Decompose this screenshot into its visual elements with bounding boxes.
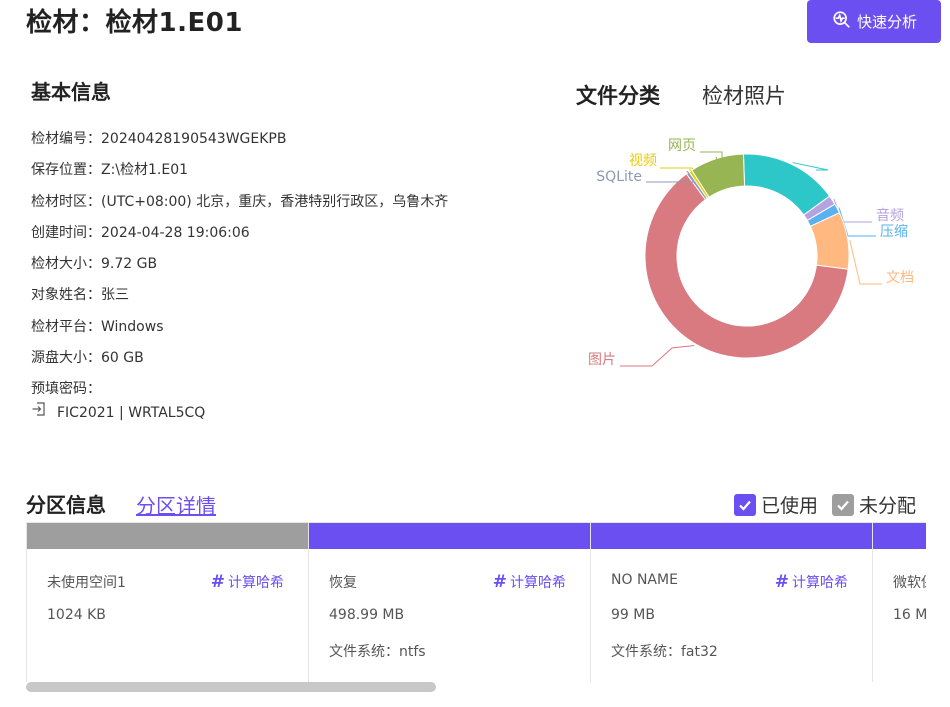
partition-filters: 已使用 未分配 [734, 491, 916, 518]
info-row: 保存位置：Z:\检材1.E01 [31, 158, 448, 189]
info-value: 60 GB [101, 350, 144, 367]
partition-detail-link[interactable]: 分区详情 [136, 490, 216, 519]
compute-hash-link[interactable]: # 计算哈希 [211, 572, 284, 592]
donut-label: 视频 [629, 153, 657, 169]
chart-tabs: 文件分类 检材照片 [576, 80, 786, 110]
filter-used-label: 已使用 [761, 495, 819, 517]
info-key: 检材编号： [31, 131, 101, 147]
info-row: 创建时间：2024-04-28 19:06:06 [31, 221, 448, 252]
hash-icon: # [774, 572, 789, 592]
partition-name: 未使用空间1 [47, 575, 126, 591]
compute-hash-label: 计算哈希 [510, 575, 566, 591]
donut-label: 压缩 [880, 224, 908, 240]
donut-label: 文档 [886, 270, 914, 286]
info-row: 检材编号：20240428190543WGEKPB [31, 127, 448, 158]
donut-label: 图片 [588, 352, 616, 368]
donut-label: 网页 [668, 138, 696, 154]
compute-hash-label: 计算哈希 [792, 575, 848, 591]
donut-label-line [849, 240, 882, 285]
donut-label: 音频 [876, 207, 904, 224]
partition-size: 16 MB [893, 607, 926, 623]
partition-cards[interactable]: 未使用空间1 # 计算哈希 1024 KB 恢复 # 计算哈希 498.99 MB … [26, 522, 926, 682]
info-row: 检材平台：Windows [31, 315, 448, 346]
info-value: (UTC+08:00) 北京，重庆，香港特别行政区，乌鲁木齐 [101, 193, 449, 210]
partition-filesystem: 文件系统：ntfs [329, 644, 426, 660]
partition-card[interactable]: 微软保留分区 16 MB [872, 522, 926, 682]
info-key: 对象姓名： [31, 287, 101, 304]
info-key: 源盘大小： [31, 350, 101, 367]
quick-analysis-icon [831, 9, 853, 35]
checkbox-checked-icon [832, 493, 855, 516]
info-row: 对象姓名：张三 [31, 283, 448, 314]
compute-hash-link[interactable]: # 计算哈希 [493, 572, 566, 592]
horizontal-scrollbar[interactable] [26, 682, 436, 692]
hash-icon: # [492, 572, 507, 592]
partition-color-bar [591, 523, 872, 549]
partition-color-bar [873, 523, 926, 549]
file-category-chart: 音频 压缩文档图片 SQLite 视频 网页 [580, 138, 920, 378]
partition-name: 恢复 [329, 575, 357, 591]
partition-name: 微软保留分区 [893, 575, 926, 591]
partition-title: 分区信息 [26, 493, 106, 517]
info-row: 检材大小：9.72 GB [31, 252, 448, 283]
partition-size: 1024 KB [47, 607, 106, 623]
info-value: 20240428190543WGEKPB [101, 131, 287, 147]
tab-file-category[interactable]: 文件分类 [576, 80, 660, 110]
info-value: Z:\检材1.E01 [101, 162, 189, 179]
donut-chart-svg: 音频压缩文档图片 SQLite视频网页 [588, 138, 914, 368]
compute-hash-link[interactable]: # 计算哈希 [775, 572, 848, 592]
basic-info-list: 检材编号：20240428190543WGEKPB 保存位置：Z:\检材1.E0… [31, 127, 448, 425]
filter-unallocated-checkbox[interactable]: 未分配 [832, 491, 916, 518]
password-value: FIC2021 | WRTAL5CQ [57, 405, 206, 422]
page-title: 检材：检材1.E01 [26, 8, 243, 38]
info-key: 检材时区： [31, 193, 101, 210]
filter-unallocated-label: 未分配 [859, 495, 917, 517]
info-value: 2024-04-28 19:06:06 [101, 224, 250, 241]
info-value: 9.72 GB [101, 256, 158, 273]
partition-size: 498.99 MB [329, 607, 405, 623]
info-value: 张三 [101, 287, 129, 304]
partition-card[interactable]: 恢复 # 计算哈希 498.99 MB 文件系统：ntfs [308, 522, 591, 682]
info-key: 检材平台： [31, 318, 101, 335]
info-key: 保存位置： [31, 162, 101, 179]
partition-name: NO NAME [611, 572, 678, 588]
info-row: 源盘大小：60 GB [31, 346, 448, 377]
donut-label: SQLite [596, 169, 642, 185]
partition-card[interactable]: 未使用空间1 # 计算哈希 1024 KB [26, 522, 309, 682]
donut-label-line [620, 345, 695, 367]
info-key: 预填密码： [31, 381, 101, 398]
info-row: 预填密码： [31, 377, 448, 403]
partition-card[interactable]: NO NAME # 计算哈希 99 MB 文件系统：fat32 [590, 522, 873, 682]
partition-color-bar [27, 523, 308, 549]
info-row: 检材时区：(UTC+08:00) 北京，重庆，香港特别行政区，乌鲁木齐 [31, 190, 448, 221]
quick-analysis-button[interactable]: 快速分析 [807, 0, 941, 43]
basic-info-title: 基本信息 [31, 80, 111, 104]
partition-color-bar [309, 523, 590, 549]
partition-size: 99 MB [611, 607, 655, 623]
tab-evidence-photo[interactable]: 检材照片 [702, 80, 786, 110]
filter-used-checkbox[interactable]: 已使用 [734, 491, 818, 518]
partition-filesystem: 文件系统：fat32 [611, 644, 718, 660]
checkbox-checked-icon [734, 493, 756, 516]
quick-analysis-label: 快速分析 [856, 13, 917, 31]
login-icon [31, 401, 47, 425]
compute-hash-label: 计算哈希 [228, 575, 284, 591]
info-key: 创建时间： [31, 224, 101, 241]
hash-icon: # [210, 572, 225, 592]
password-row: FIC2021 | WRTAL5CQ [31, 401, 448, 425]
info-key: 检材大小： [31, 256, 101, 273]
info-value: Windows [101, 318, 164, 335]
